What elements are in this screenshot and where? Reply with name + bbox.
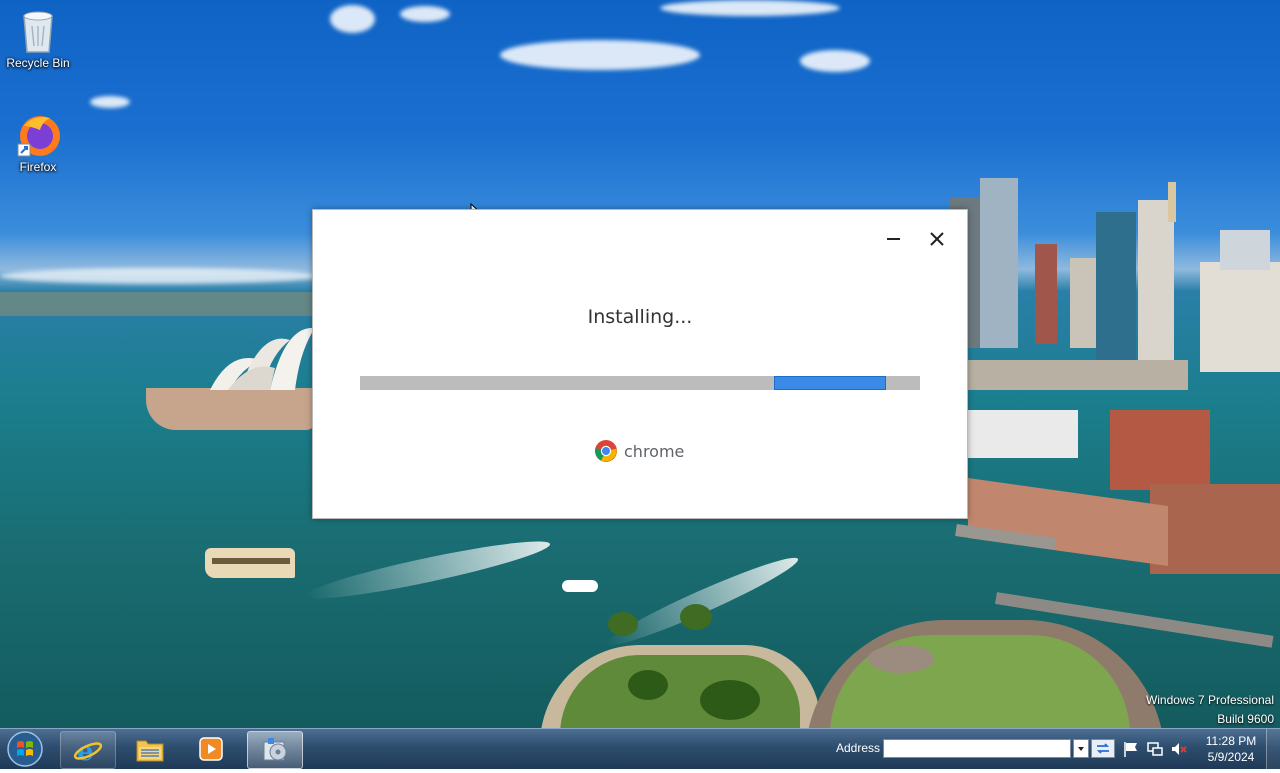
desktop-icon-firefox[interactable]: Firefox xyxy=(0,112,76,174)
recycle-bin-label: Recycle Bin xyxy=(6,56,70,70)
tree xyxy=(700,680,760,720)
cloud xyxy=(500,40,700,70)
desktop-icon-recycle-bin[interactable]: Recycle Bin xyxy=(0,8,76,70)
ferry-wake xyxy=(302,532,553,608)
taskbar-media-player[interactable] xyxy=(184,731,238,767)
minimize-icon xyxy=(887,238,900,240)
terminal-roof xyxy=(968,410,1078,458)
chrome-installer-window[interactable]: Installing... chrome xyxy=(312,209,968,519)
cloud xyxy=(0,268,320,284)
ferry-stripe xyxy=(212,558,290,564)
windows-edition-watermark: Windows 7 Professional xyxy=(1145,693,1274,707)
clock-time: 11:28 PM xyxy=(1205,734,1257,748)
building xyxy=(1138,200,1174,360)
firefox-icon xyxy=(16,112,60,157)
building xyxy=(1200,262,1280,372)
boat-wake xyxy=(601,548,803,655)
go-arrows-icon xyxy=(1096,743,1110,754)
cloud xyxy=(660,0,840,16)
building xyxy=(1096,212,1136,362)
opera-house-sails xyxy=(210,327,315,390)
close-icon xyxy=(930,232,944,246)
cloud xyxy=(90,96,130,108)
recycle-bin-icon xyxy=(16,8,60,53)
cloud xyxy=(330,5,375,33)
address-input[interactable] xyxy=(883,739,1071,758)
close-button[interactable] xyxy=(922,224,952,254)
building xyxy=(980,178,1018,348)
show-desktop-button[interactable] xyxy=(1266,729,1280,769)
taskbar-internet-explorer[interactable]: e xyxy=(60,731,116,769)
taskbar-chrome-installer[interactable] xyxy=(247,731,303,769)
address-go-button[interactable] xyxy=(1091,739,1115,758)
network-icon[interactable] xyxy=(1146,740,1164,758)
chrome-wordmark: chrome xyxy=(624,441,685,461)
volume-muted-icon[interactable] xyxy=(1170,740,1188,758)
promenade xyxy=(968,477,1168,567)
address-toolbar-label: Address xyxy=(836,741,881,755)
palm-tree xyxy=(628,670,668,700)
building xyxy=(1070,258,1096,348)
chrome-logo-icon xyxy=(595,440,617,462)
windows-build-watermark: Build 9600 xyxy=(1217,712,1274,726)
speedboat xyxy=(562,580,598,592)
minimize-button[interactable] xyxy=(878,224,908,254)
chrome-brand: chrome xyxy=(594,439,684,463)
windows-logo-icon xyxy=(7,731,43,767)
quay xyxy=(968,360,1188,390)
action-center-flag-icon[interactable] xyxy=(1122,740,1140,758)
firefox-label: Firefox xyxy=(19,160,57,174)
distant-shoreline xyxy=(0,292,320,316)
address-dropdown-button[interactable] xyxy=(1073,739,1089,758)
palm-tree xyxy=(608,612,638,636)
taskbar: e Address 11:28 PM 5/9/2024 xyxy=(0,728,1280,769)
sandstone-buildings xyxy=(1110,410,1210,490)
internet-explorer-icon: e xyxy=(73,737,103,764)
building xyxy=(1220,230,1270,270)
round-building-dome xyxy=(868,645,934,673)
start-button[interactable] xyxy=(4,730,46,768)
palm-tree xyxy=(680,604,712,630)
folder-icon xyxy=(136,740,164,762)
cloud xyxy=(400,6,450,22)
system-clock[interactable]: 11:28 PM 5/9/2024 xyxy=(1196,733,1266,765)
building xyxy=(1035,244,1057,344)
install-progress-fill xyxy=(774,376,887,390)
taskbar-file-explorer[interactable] xyxy=(123,731,177,767)
media-player-icon xyxy=(199,737,223,761)
cloud xyxy=(800,50,870,72)
chevron-down-icon xyxy=(1078,747,1084,751)
installer-icon xyxy=(263,738,287,761)
sandstone-buildings xyxy=(1150,484,1280,574)
tower xyxy=(1168,182,1176,222)
clock-date: 5/9/2024 xyxy=(1207,750,1255,764)
install-progress-bar xyxy=(360,376,920,390)
install-status-text: Installing... xyxy=(587,306,693,328)
